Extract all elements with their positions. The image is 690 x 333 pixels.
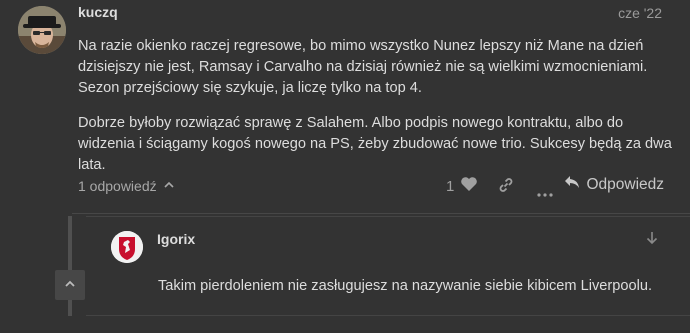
replies-toggle-button[interactable]: 1 odpowiedź — [78, 178, 175, 194]
embedded-reply: Igorix Takim pierdoleniem nie zasługujes… — [68, 216, 690, 316]
reply-arrow-icon — [564, 175, 580, 194]
chevron-up-icon — [64, 276, 76, 294]
post-username[interactable]: kuczq — [78, 4, 118, 20]
reply-username[interactable]: Igorix — [157, 231, 195, 247]
collapse-replies-button[interactable] — [55, 270, 85, 300]
reply-avatar[interactable] — [111, 231, 143, 263]
ellipsis-icon — [537, 184, 553, 201]
post-content: Na razie okienko raczej regresowe, bo mi… — [78, 36, 678, 190]
reply-button-label: Odpowiedz — [586, 175, 664, 193]
more-actions-button[interactable] — [537, 184, 553, 202]
reply-container: Igorix Takim pierdoleniem nie zasługujes… — [86, 216, 690, 316]
post-paragraph: Na razie okienko raczej regresowe, bo mi… — [78, 38, 648, 96]
reply-text: Takim pierdoleniem nie zasługujesz na na… — [158, 278, 653, 294]
link-icon — [497, 178, 515, 198]
reply-button[interactable]: Odpowiedz — [564, 175, 664, 194]
heart-icon — [460, 176, 478, 196]
arrow-down-icon — [646, 232, 658, 249]
replies-count-label: 1 odpowiedź — [78, 178, 157, 194]
post-divider — [72, 213, 690, 214]
user-avatar[interactable] — [18, 6, 66, 54]
copy-link-button[interactable] — [497, 176, 515, 199]
liverbird-icon — [111, 231, 143, 263]
avatar-image — [18, 6, 66, 54]
post-date[interactable]: cze '22 — [618, 5, 662, 21]
like-count: 1 — [446, 177, 455, 195]
topic-post: kuczq cze '22 Na razie okienko raczej re… — [0, 0, 690, 333]
post-controls: 1 odpowiedź 1 Odpowiedz — [78, 172, 678, 200]
post-paragraph: Dobrze byłoby rozwiązać sprawę z Salahem… — [78, 115, 672, 173]
reply-rail — [68, 216, 72, 316]
chevron-up-icon — [163, 178, 175, 194]
like-button[interactable]: 1 — [446, 176, 478, 196]
reply-to-button[interactable] — [646, 231, 658, 250]
